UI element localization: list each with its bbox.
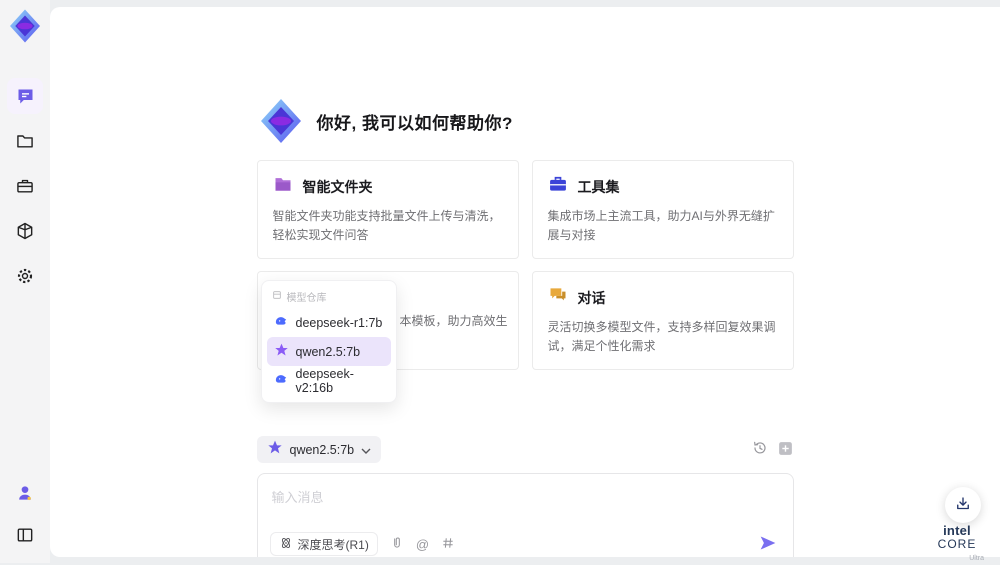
card-desc-visible-fragment: 本模板，助力高效生成多 <box>400 312 508 331</box>
new-chat-button[interactable] <box>777 440 794 460</box>
chevron-down-icon <box>361 443 371 457</box>
paperclip-icon <box>390 536 404 553</box>
greeting: 你好, 我可以如何帮助你? <box>257 7 794 145</box>
send-button[interactable] <box>757 534 779 555</box>
main-panel: 你好, 我可以如何帮助你? 智能文件夹 智能文件夹功能支持批量文件上传与清洗，轻… <box>50 7 1000 557</box>
card-desc: 智能文件夹功能支持批量文件上传与清洗，轻松实现文件问答 <box>273 207 503 245</box>
qwen-icon <box>274 343 289 361</box>
sidebar-item-collapse-panel[interactable] <box>7 517 43 553</box>
mention-button[interactable]: @ <box>416 538 429 551</box>
download-button[interactable] <box>945 487 981 523</box>
card-toolset[interactable]: 工具集 集成市场上主流工具，助力AI与外界无缝扩展与对接 <box>532 160 794 259</box>
send-icon <box>759 534 777 555</box>
model-selector-value: qwen2.5:7b <box>290 443 355 457</box>
deep-think-label: 深度思考(R1) <box>298 536 369 553</box>
hero-logo-icon <box>257 97 305 145</box>
sidebar-item-folders[interactable] <box>7 123 43 159</box>
hash-grid-icon <box>441 536 455 553</box>
panel-icon <box>15 525 35 545</box>
model-selector[interactable]: qwen2.5:7b <box>257 436 382 463</box>
message-input[interactable] <box>258 474 793 518</box>
composer: 深度思考(R1) @ <box>257 473 794 557</box>
model-option-qwen[interactable]: qwen2.5:7b <box>267 337 391 366</box>
qwen-icon <box>267 440 283 459</box>
attach-file-button[interactable] <box>390 536 404 553</box>
folder-icon <box>15 131 35 151</box>
model-dropdown: 模型仓库 deepseek-r1:7b qwen2.5:7b <box>261 280 397 403</box>
model-option-deepseek-v2[interactable]: deepseek-v2:16b <box>267 366 391 395</box>
dialogue-icon <box>548 285 568 310</box>
toolset-icon <box>548 174 568 199</box>
user-icon <box>15 483 35 503</box>
deepseek-icon <box>274 314 289 332</box>
sidebar-item-settings[interactable] <box>7 258 43 294</box>
sidebar-item-chat[interactable] <box>7 78 43 114</box>
app-logo-icon <box>7 8 43 44</box>
sidebar-item-toolset[interactable] <box>7 168 43 204</box>
toolbox-icon <box>15 176 35 196</box>
model-option-deepseek-r1[interactable]: deepseek-r1:7b <box>267 308 391 337</box>
deepseek-icon <box>274 372 289 390</box>
repo-icon <box>272 290 282 303</box>
deep-think-toggle[interactable]: 深度思考(R1) <box>270 532 378 556</box>
card-title: 智能文件夹 <box>303 177 373 197</box>
card-title: 工具集 <box>578 177 620 197</box>
card-title: 对话 <box>578 288 606 308</box>
history-icon <box>752 440 768 459</box>
intel-core-badge: intel CORE Ultra <box>922 524 992 565</box>
cube-icon <box>15 221 35 241</box>
new-chat-icon <box>777 440 794 460</box>
deep-think-icon <box>279 536 293 553</box>
card-smart-folder[interactable]: 智能文件夹 智能文件夹功能支持批量文件上传与清洗，轻松实现文件问答 <box>257 160 519 259</box>
at-icon: @ <box>416 538 429 551</box>
prompt-tags-button[interactable] <box>441 536 455 553</box>
greeting-title: 你好, 我可以如何帮助你? <box>317 109 513 134</box>
sidebar-item-account[interactable] <box>7 475 43 511</box>
card-desc: 灵活切换多模型文件，支持多样回复效果调试，满足个性化需求 <box>548 318 778 356</box>
gear-icon <box>15 266 35 286</box>
card-desc: 集成市场上主流工具，助力AI与外界无缝扩展与对接 <box>548 207 778 245</box>
download-icon <box>954 495 972 516</box>
card-dialogue[interactable]: 对话 灵活切换多模型文件，支持多样回复效果调试，满足个性化需求 <box>532 271 794 370</box>
model-dropdown-header: 模型仓库 <box>267 286 391 308</box>
history-button[interactable] <box>752 440 768 459</box>
smart-folder-icon <box>273 174 293 199</box>
chat-icon <box>15 86 36 107</box>
sidebar-item-models[interactable] <box>7 213 43 249</box>
sidebar <box>0 0 50 563</box>
intel-logo-text: intel <box>943 523 971 538</box>
